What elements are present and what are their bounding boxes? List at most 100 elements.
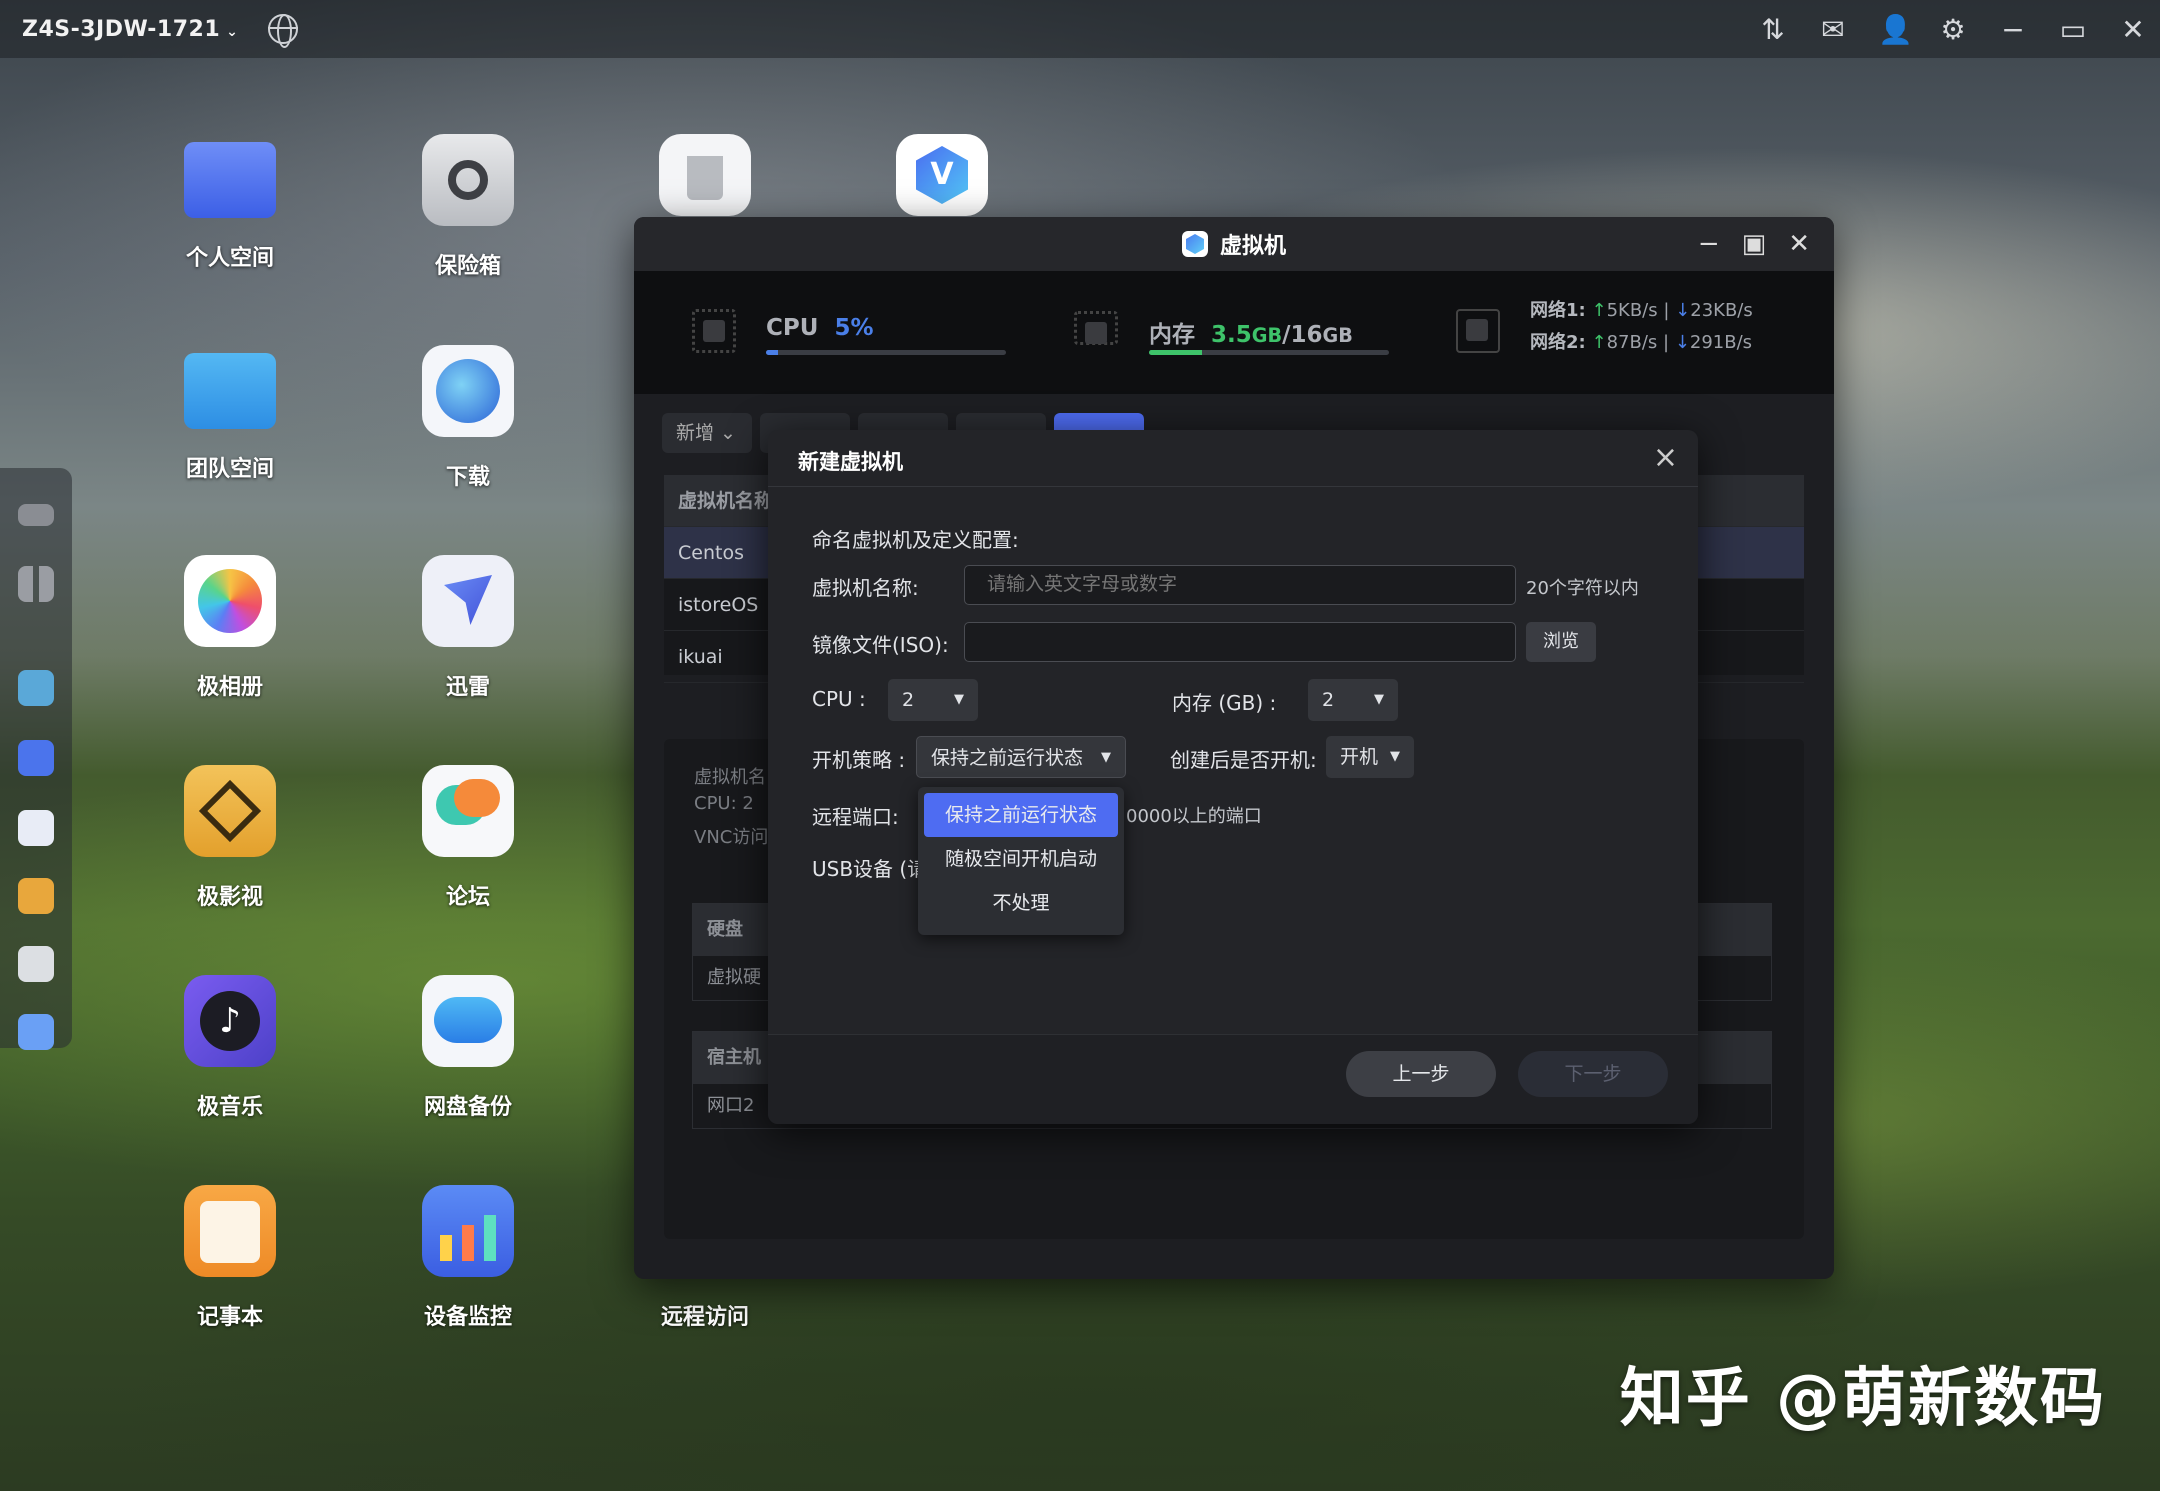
device-name-menu[interactable]: Z4S-3JDW-1721 ⌄ [22,17,238,42]
user-icon[interactable]: 👤 [1878,13,1913,46]
caret-down-icon: ▼ [1390,749,1400,764]
close-icon[interactable]: ✕ [1788,229,1810,259]
vm-window-title: 虚拟机 [1219,234,1286,259]
video-icon [184,765,276,857]
close-icon[interactable]: ✕ [2118,13,2148,46]
chevron-down-icon: ⌄ [226,23,239,40]
desktop-icon-label: 下载 [445,465,490,490]
memory-select[interactable]: 2 ▼ [1308,679,1398,721]
desktop-icon-label: 个人空间 [185,246,274,271]
minimize-icon[interactable]: − [1698,229,1720,259]
photos-icon [184,555,276,647]
desktop-icon-music[interactable]: ♪ 极音乐 [130,975,330,1121]
transfer-icon[interactable]: ⇅ [1758,13,1788,46]
boot-policy-select[interactable]: 保持之前运行状态 ▼ [916,736,1126,778]
gear-icon[interactable]: ⚙ [1938,13,1968,46]
power-on-select[interactable]: 开机 ▼ [1326,736,1414,778]
section-heading: 命名虚拟机及定义配置: [812,528,1019,552]
browse-button[interactable]: 浏览 [1526,622,1596,662]
top-bar: Z4S-3JDW-1721 ⌄ ⇅ ✉ 👤 ⚙ − ▭ ✕ [0,0,2160,58]
minimize-icon[interactable]: − [1998,13,2028,46]
dropdown-option[interactable]: 不处理 [924,881,1118,925]
desktop-icon-personal-space[interactable]: 个人空间 [130,134,330,272]
vm-name-input[interactable] [964,565,1516,605]
dock-vm-icon[interactable] [18,1014,54,1050]
desktop-icon-label: 记事本 [196,1305,263,1330]
detail-cpu: CPU: 2 [694,793,754,814]
desktop-icon-label: 设备监控 [423,1305,512,1330]
desktop-icon-thunder[interactable]: 迅雷 [368,555,568,701]
previous-button[interactable]: 上一步 [1346,1051,1496,1097]
new-vm-menu[interactable]: 新增 ⌄ [662,413,752,453]
desktop-icon-vm[interactable]: V [842,134,1042,216]
desktop-icon-label: 极音乐 [196,1095,263,1120]
memory-usage-bar [1149,350,1389,355]
desktop-icon-notepad[interactable]: 记事本 [130,1185,330,1331]
dropdown-option[interactable]: 随极空间开机启动 [924,837,1118,881]
folder-icon [184,142,276,218]
dropdown-option[interactable]: 保持之前运行状态 [924,793,1118,837]
cpu-stat: CPU 5% [766,315,874,341]
caret-down-icon: ▼ [954,692,964,707]
desktop-icon-video[interactable]: 极影视 [130,765,330,911]
usb-label: USB设备 (请 [812,857,928,881]
dock-video-icon[interactable] [18,878,54,914]
trash-icon [659,134,751,216]
cpu-label: CPU : [812,687,866,711]
maximize-icon[interactable]: ▭ [2058,13,2088,46]
desktop-icon-forum[interactable]: 论坛 [368,765,568,911]
globe-icon[interactable] [268,14,299,48]
desktop-icon-label: 保险箱 [434,254,501,279]
maximize-icon[interactable]: ▣ [1742,229,1767,259]
desktop-icon-label: 迅雷 [445,675,490,700]
ram-chip-icon [1074,311,1118,345]
desktop-icon-trash[interactable] [605,134,805,216]
boot-policy-label: 开机策略 : [812,748,906,772]
memory-label: 内存 (GB) : [1172,691,1277,715]
iso-label: 镜像文件(ISO): [812,633,949,657]
desktop-icon-safe[interactable]: 保险箱 [368,134,568,280]
cloud-backup-icon [422,975,514,1067]
remote-port-hint: 0000以上的端口 [1126,806,1262,827]
forum-icon [422,765,514,857]
desktop-icon-device-monitor[interactable]: 设备监控 [368,1185,568,1331]
vm-window-titlebar[interactable]: 虚拟机 − ▣ ✕ [634,217,1834,271]
desktop-icon-photos[interactable]: 极相册 [130,555,330,701]
desktop-icon-label: 网盘备份 [423,1095,512,1120]
desktop-icon-label: 团队空间 [185,457,274,482]
dock-avatar-icon[interactable] [18,946,54,982]
desktop-icon-label: 论坛 [445,885,490,910]
apps-grid-icon[interactable] [18,566,54,602]
thunder-icon [422,555,514,647]
close-icon[interactable]: × [1653,440,1678,475]
new-vm-dialog: 新建虚拟机 × 命名虚拟机及定义配置: 虚拟机名称: 20个字符以内 镜像文件(… [768,430,1698,1124]
desktop-icon-label: 极相册 [196,675,263,700]
next-button[interactable]: 下一步 [1518,1051,1668,1097]
caret-down-icon: ▼ [1374,692,1384,707]
dock-download-icon[interactable] [18,670,54,706]
memory-stat: 内存 3.5GB/16GB [1149,322,1353,348]
resource-stats-bar: CPU 5% 内存 3.5GB/16GB 网络1: ↑5KB/s | ↓23KB… [634,271,1834,394]
notepad-icon [184,1185,276,1277]
iso-file-input[interactable] [964,622,1516,662]
dialog-title: 新建虚拟机 [798,450,903,474]
desktop-icon-cloud-backup[interactable]: 网盘备份 [368,975,568,1121]
mail-icon[interactable]: ✉ [1818,13,1848,46]
remote-port-label: 远程端口: [812,805,899,829]
dock-thunder-icon[interactable] [18,810,54,846]
cpu-select[interactable]: 2 ▼ [888,679,978,721]
caret-down-icon: ▼ [1101,750,1111,765]
desktop-icon-team-space[interactable]: 团队空间 [130,345,330,483]
vm-name-hint: 20个字符以内 [1526,578,1639,599]
dock-folder-icon[interactable] [18,740,54,776]
network-stats: 网络1: ↑5KB/s | ↓23KB/s 网络2: ↑87B/s | ↓291… [1530,300,1753,353]
monitor-chart-icon [422,1185,514,1277]
desktop-icon-download[interactable]: 下载 [368,345,568,491]
cpu-usage-bar [766,350,1006,355]
download-globe-icon [422,345,514,437]
safe-icon [422,134,514,226]
watermark: 知乎 @萌新数码 [1619,1362,2106,1436]
desktop-icon-label: 远程访问 [660,1305,749,1330]
drive-icon[interactable] [18,504,54,526]
net-icon [1456,309,1500,353]
